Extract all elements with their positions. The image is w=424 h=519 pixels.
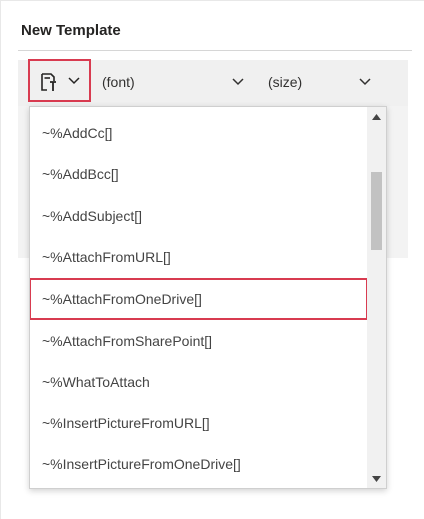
scrollbar-thumb[interactable] [371,172,382,250]
font-select-value: (font) [102,74,135,90]
list-item[interactable]: ~%AttachFromURL[] [30,237,366,277]
scroll-down-arrow-icon[interactable] [372,476,381,482]
list-item[interactable]: ~%AddCc[] [30,113,366,153]
list-item[interactable]: ~%AttachFromSharePoint[] [30,321,366,361]
list-item[interactable]: ~%InsertPictureFromURL[] [30,403,366,443]
dropdown-scrollbar[interactable] [367,107,386,488]
title-divider [18,50,412,51]
insert-template-button[interactable] [28,59,91,102]
list-item[interactable]: ~%AddSubject[] [30,196,366,236]
chevron-down-icon [232,78,244,86]
list-item[interactable]: ~%InsertPictureFromOneDrive[] [30,444,366,484]
list-item-selected[interactable]: ~%AttachFromOneDrive[] [30,278,368,320]
list-item[interactable]: ~%AddBcc[] [30,154,366,194]
list-item[interactable]: ~%WhatToAttach [30,362,366,402]
template-dropdown-list[interactable]: ~%AddCc[] ~%AddBcc[] ~%AddSubject[] ~%At… [29,106,387,489]
panel-left-border [0,0,1,519]
insert-template-icon [41,73,56,91]
size-select-value: (size) [268,74,303,90]
size-select[interactable]: (size) [268,72,371,94]
chevron-down-icon [68,77,80,85]
scroll-up-arrow-icon[interactable] [372,114,381,120]
font-select[interactable]: (font) [102,72,252,94]
chevron-down-icon [359,78,371,86]
panel-top-border [0,0,424,1]
page-title: New Template [21,22,121,39]
